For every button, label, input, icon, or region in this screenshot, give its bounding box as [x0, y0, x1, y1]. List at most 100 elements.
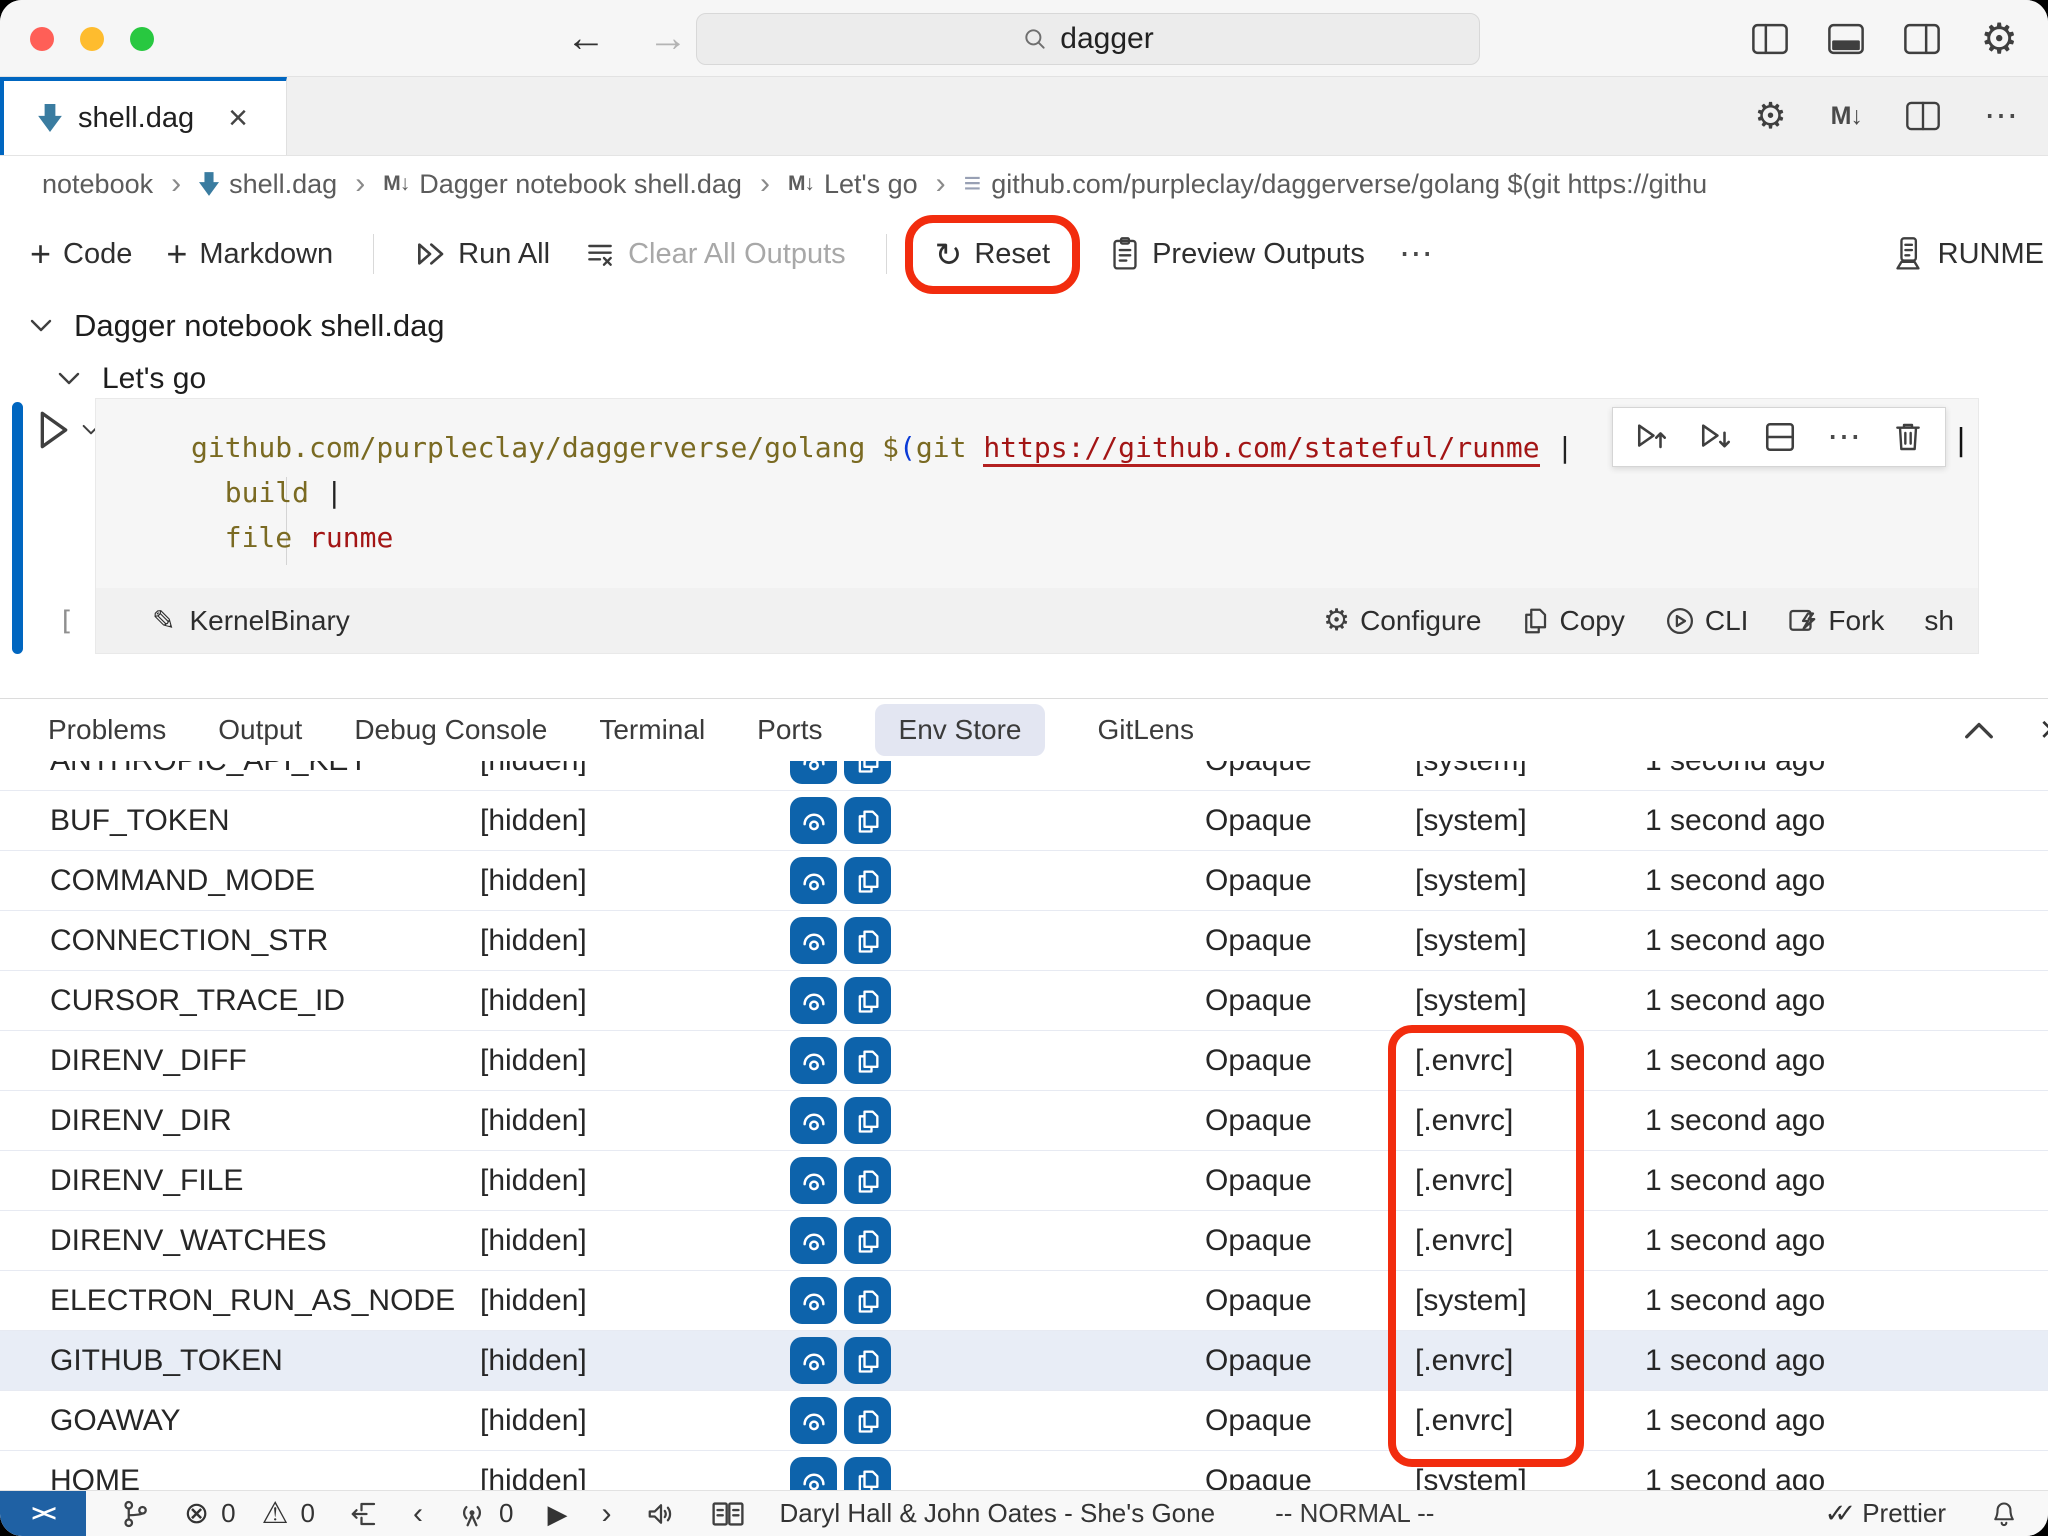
reveal-value-button[interactable] — [790, 1337, 837, 1384]
tab-terminal[interactable]: Terminal — [599, 704, 705, 756]
copy-value-button[interactable] — [844, 761, 891, 784]
problems-status[interactable]: ⊗0 ⚠0 — [184, 1498, 315, 1529]
reveal-value-button[interactable] — [790, 761, 837, 784]
breadcrumb-file[interactable]: shell.dag — [199, 169, 337, 200]
notifications-bell-icon[interactable] — [1990, 1499, 2018, 1529]
play-icon[interactable]: ▶ — [547, 1501, 567, 1527]
env-table-row[interactable]: ANTHROPIC_API_KEY [hidden] Opaque [syste… — [0, 761, 2048, 791]
breadcrumb-notebook[interactable]: notebook — [42, 169, 153, 200]
tab-env-store[interactable]: Env Store — [875, 704, 1046, 756]
copy-value-button[interactable] — [844, 1157, 891, 1204]
reveal-value-button[interactable] — [790, 917, 837, 964]
zoom-window-button[interactable] — [130, 27, 154, 51]
source-control-graph-button[interactable] — [120, 1498, 150, 1530]
run-cell-button[interactable] — [36, 410, 100, 450]
execute-below-icon[interactable] — [1699, 421, 1733, 453]
now-playing-label[interactable]: Daryl Hall & John Oates - She's Gone — [779, 1498, 1215, 1529]
env-table-row[interactable]: CONNECTION_STR [hidden] Opaque [system] … — [0, 911, 2048, 971]
tab-gitlens[interactable]: GitLens — [1097, 704, 1194, 756]
tab-ports[interactable]: Ports — [757, 704, 822, 756]
env-table-row[interactable]: DIRENV_DIFF [hidden] Opaque [.envrc] 1 s… — [0, 1031, 2048, 1091]
tab-close-icon[interactable]: × — [228, 101, 248, 135]
reset-button[interactable]: ↻ Reset — [927, 235, 1058, 274]
volume-button[interactable] — [645, 1499, 677, 1529]
copy-value-button[interactable] — [844, 917, 891, 964]
env-table-row[interactable]: GOAWAY [hidden] Opaque [.envrc] 1 second… — [0, 1391, 2048, 1451]
code-cell[interactable]: github.com/purpleclay/daggerverse/golang… — [95, 398, 1979, 588]
tab-shell-dag[interactable]: shell.dag × — [0, 77, 287, 155]
tab-debug-console[interactable]: Debug Console — [354, 704, 547, 756]
env-table-row[interactable]: BUF_TOKEN [hidden] Opaque [system] 1 sec… — [0, 791, 2048, 851]
add-markdown-button[interactable]: +Markdown — [166, 233, 333, 275]
reveal-value-button[interactable] — [790, 1097, 837, 1144]
markdown-export-icon[interactable]: M↓ — [1831, 102, 1862, 131]
collapse-chevron-icon[interactable] — [30, 319, 52, 333]
toggle-primary-sidebar-icon[interactable] — [1752, 23, 1788, 55]
copy-value-button[interactable] — [844, 797, 891, 844]
reveal-value-button[interactable] — [790, 977, 837, 1024]
reveal-value-button[interactable] — [790, 1157, 837, 1204]
reveal-value-button[interactable] — [790, 1037, 837, 1084]
env-table-row[interactable]: ELECTRON_RUN_AS_NODE [hidden] Opaque [sy… — [0, 1271, 2048, 1331]
notebook-settings-gear-icon[interactable]: ⚙ — [1754, 98, 1786, 134]
add-code-button[interactable]: +Code — [30, 233, 132, 275]
collapse-chevron-icon[interactable] — [58, 372, 80, 386]
copy-value-button[interactable] — [844, 977, 891, 1024]
split-editor-icon[interactable] — [1906, 101, 1940, 131]
env-table-row[interactable]: CURSOR_TRACE_ID [hidden] Opaque [system]… — [0, 971, 2048, 1031]
forward-icon[interactable]: → — [648, 16, 688, 61]
more-actions-icon[interactable]: ⋯ — [1984, 96, 2020, 136]
breadcrumb-notebook-title[interactable]: M↓Dagger notebook shell.dag — [383, 169, 742, 200]
env-table-row[interactable]: DIRENV_WATCHES [hidden] Opaque [.envrc] … — [0, 1211, 2048, 1271]
toggle-panel-icon[interactable] — [1828, 23, 1864, 55]
cli-button[interactable]: CLI — [1665, 605, 1749, 637]
breadcrumb-cell[interactable]: ≡github.com/purpleclay/daggerverse/golan… — [964, 167, 1707, 201]
copy-value-button[interactable] — [844, 1277, 891, 1324]
reveal-value-button[interactable] — [790, 1397, 837, 1444]
env-table-row[interactable]: COMMAND_MODE [hidden] Opaque [system] 1 … — [0, 851, 2048, 911]
reveal-value-button[interactable] — [790, 797, 837, 844]
env-table-row[interactable]: DIRENV_DIR [hidden] Opaque [.envrc] 1 se… — [0, 1091, 2048, 1151]
clear-all-outputs-button[interactable]: Clear All Outputs — [584, 238, 846, 271]
tab-output[interactable]: Output — [218, 704, 302, 756]
toggle-secondary-sidebar-icon[interactable] — [1904, 23, 1940, 55]
copy-value-button[interactable] — [844, 857, 891, 904]
copy-value-button[interactable] — [844, 1217, 891, 1264]
reveal-value-button[interactable] — [790, 857, 837, 904]
tab-problems[interactable]: Problems — [48, 704, 166, 756]
kernel-selector[interactable]: ✎ KernelBinary — [152, 604, 350, 637]
previous-track-icon[interactable]: ‹ — [413, 1499, 423, 1529]
fork-button[interactable]: Fork — [1788, 605, 1884, 637]
minimize-window-button[interactable] — [80, 27, 104, 51]
reader-button[interactable] — [711, 1499, 745, 1529]
copy-value-button[interactable] — [844, 1097, 891, 1144]
breadcrumb-section[interactable]: M↓Let's go — [788, 169, 918, 200]
code-link[interactable]: https://github.com/stateful/runme — [983, 431, 1539, 467]
remote-indicator[interactable]: >< — [0, 1491, 86, 1536]
preview-outputs-button[interactable]: Preview Outputs — [1110, 237, 1365, 271]
exit-editor-button[interactable] — [349, 1499, 379, 1529]
copy-value-button[interactable] — [844, 1457, 891, 1491]
back-icon[interactable]: ← — [566, 16, 606, 61]
copy-value-button[interactable] — [844, 1337, 891, 1384]
next-track-icon[interactable]: › — [601, 1499, 611, 1529]
reveal-value-button[interactable] — [790, 1277, 837, 1324]
broadcast-status[interactable]: 0 — [457, 1498, 513, 1529]
env-table-row[interactable]: HOME [hidden] Opaque [system] 1 second a… — [0, 1451, 2048, 1491]
command-center-search[interactable]: dagger — [696, 13, 1480, 65]
copy-button[interactable]: Copy — [1521, 605, 1624, 637]
delete-cell-icon[interactable] — [1893, 421, 1923, 453]
copy-value-button[interactable] — [844, 1397, 891, 1444]
formatter-status[interactable]: ✓✓ Prettier — [1825, 1498, 1946, 1529]
cell-language-label[interactable]: sh — [1924, 605, 1954, 637]
settings-gear-icon[interactable]: ⚙ — [1980, 18, 2018, 60]
maximize-panel-chevron-icon[interactable] — [1964, 719, 1994, 741]
runme-button[interactable]: RUNME — [1892, 237, 2044, 271]
cell-more-actions-icon[interactable]: ⋯ — [1827, 417, 1863, 457]
close-panel-icon[interactable]: × — [2040, 711, 2048, 749]
toolbar-more-icon[interactable]: ⋯ — [1399, 234, 1435, 274]
reveal-value-button[interactable] — [790, 1217, 837, 1264]
close-window-button[interactable] — [30, 27, 54, 51]
reveal-value-button[interactable] — [790, 1457, 837, 1491]
run-all-button[interactable]: Run All — [414, 238, 550, 271]
